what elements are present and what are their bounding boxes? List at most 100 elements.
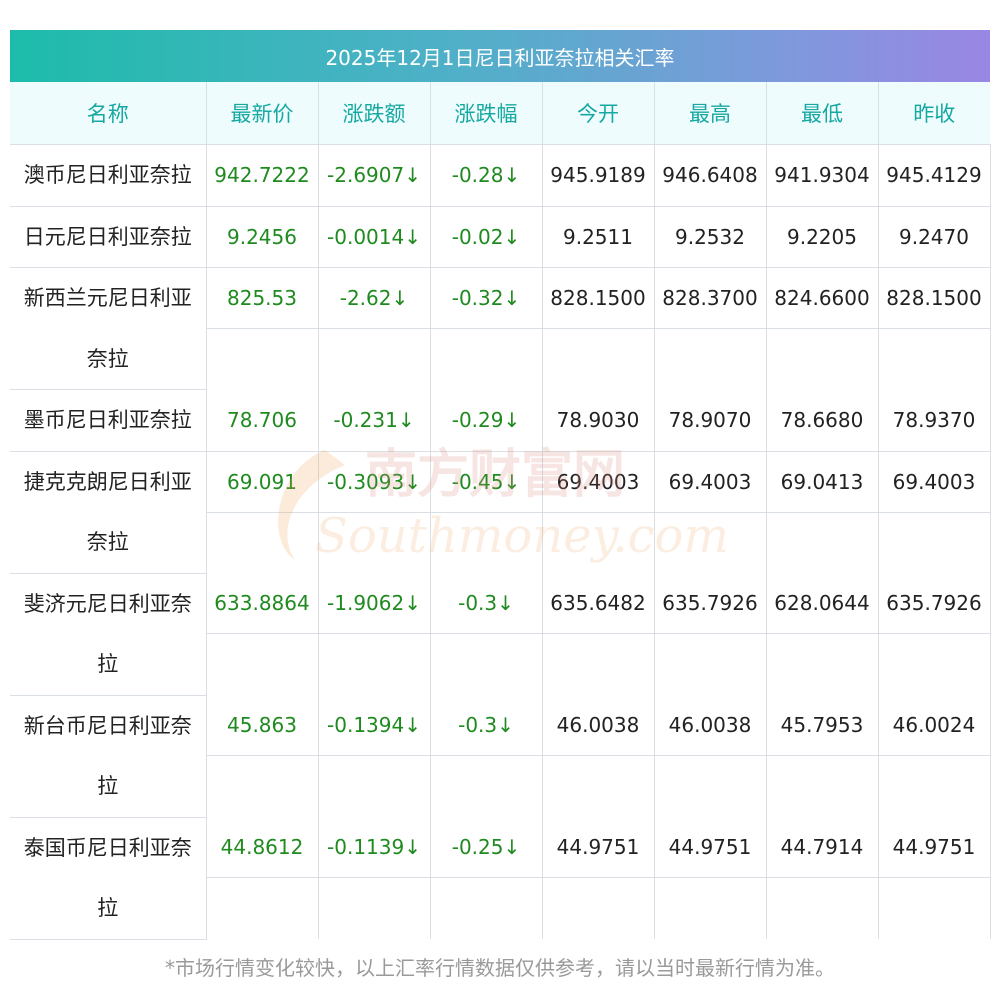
row-pct: -0.28↓	[430, 144, 543, 207]
table-row: 新台币尼日利亚奈拉 45.863 -0.1394↓ -0.3↓ 46.0038 …	[10, 695, 991, 818]
row-low: 941.9304	[766, 144, 879, 207]
row-pct: -0.29↓	[430, 389, 543, 452]
row-pct-cell: -0.32↓	[430, 267, 543, 390]
rate-table-body: 澳币尼日利亚奈拉 942.7222 -2.6907↓ -0.28↓ 945.91…	[10, 144, 991, 940]
row-high: 828.3700	[654, 268, 766, 329]
row-prev: 635.7926	[878, 573, 990, 634]
row-high: 46.0038	[654, 695, 766, 756]
col-header-latest: 最新价	[206, 82, 319, 145]
row-pct: -0.25↓	[430, 817, 542, 878]
row-open: 9.2511	[542, 206, 655, 268]
table-row: 新西兰元尼日利亚奈拉 825.53 -2.62↓ -0.32↓ 828.1500…	[10, 267, 991, 390]
row-low: 44.7914	[766, 817, 878, 878]
row-low: 78.6680	[766, 389, 879, 452]
row-open-cell: 69.4003	[542, 451, 655, 573]
table-row: 日元尼日利亚奈拉 9.2456 -0.0014↓ -0.02↓ 9.2511 9…	[10, 206, 991, 268]
row-pct-cell: -0.3↓	[430, 695, 543, 817]
row-change: -0.1394↓	[318, 695, 430, 756]
row-latest: 9.2456	[206, 206, 319, 268]
row-name: 日元尼日利亚奈拉	[10, 206, 207, 268]
row-pct: -0.02↓	[430, 206, 543, 268]
row-open: 635.6482	[542, 573, 654, 634]
row-latest: 69.091	[206, 452, 318, 513]
table-row: 斐济元尼日利亚奈拉 633.8864 -1.9062↓ -0.3↓ 635.64…	[10, 573, 991, 696]
row-change: -2.6907↓	[318, 144, 431, 207]
row-open: 46.0038	[542, 695, 654, 756]
row-low-cell: 69.0413	[766, 451, 879, 573]
row-pct-cell: -0.25↓	[430, 817, 543, 939]
row-high: 44.9751	[654, 817, 766, 878]
row-low: 628.0644	[766, 573, 878, 634]
row-low: 45.7953	[766, 695, 878, 756]
col-header-change: 涨跌额	[318, 82, 431, 145]
row-prev-cell: 635.7926	[878, 573, 991, 695]
row-low: 824.6600	[766, 268, 878, 329]
row-latest-cell: 633.8864	[206, 573, 319, 695]
row-prev: 945.4129	[878, 144, 991, 207]
row-low-cell: 824.6600	[766, 267, 879, 390]
row-open: 828.1500	[542, 268, 654, 329]
row-latest: 825.53	[206, 268, 318, 329]
col-header-prev: 昨收	[878, 82, 990, 145]
row-prev-cell: 46.0024	[878, 695, 991, 817]
row-latest: 45.863	[206, 695, 318, 756]
row-high: 946.6408	[654, 144, 767, 207]
row-prev-cell: 44.9751	[878, 817, 991, 939]
row-prev: 69.4003	[878, 452, 990, 513]
row-change-cell: -0.1394↓	[318, 695, 431, 817]
row-name: 捷克克朗尼日利亚奈拉	[10, 451, 207, 574]
row-open: 69.4003	[542, 452, 654, 513]
table-row: 泰国币尼日利亚奈拉 44.8612 -0.1139↓ -0.25↓ 44.975…	[10, 817, 991, 940]
row-high: 69.4003	[654, 452, 766, 513]
row-change: -1.9062↓	[318, 573, 430, 634]
row-change-cell: -0.3093↓	[318, 451, 431, 573]
row-pct-cell: -0.3↓	[430, 573, 543, 695]
rate-table-container: 2025年12月1日尼日利亚奈拉相关汇率 名称 最新价 涨跌额 涨跌幅 今开 最…	[10, 30, 991, 940]
row-high-cell: 46.0038	[654, 695, 767, 817]
row-high-cell: 828.3700	[654, 267, 767, 390]
table-row: 墨币尼日利亚奈拉 78.706 -0.231↓ -0.29↓ 78.9030 7…	[10, 389, 991, 452]
row-change-cell: -1.9062↓	[318, 573, 431, 695]
row-latest: 942.7222	[206, 144, 319, 207]
row-prev: 828.1500	[878, 268, 990, 329]
table-row: 澳币尼日利亚奈拉 942.7222 -2.6907↓ -0.28↓ 945.91…	[10, 144, 991, 207]
table-title: 2025年12月1日尼日利亚奈拉相关汇率	[10, 30, 990, 82]
row-latest-cell: 44.8612	[206, 817, 319, 939]
row-high: 78.9070	[654, 389, 767, 452]
row-change: -0.1139↓	[318, 817, 430, 878]
header-row: 名称 最新价 涨跌额 涨跌幅 今开 最高 最低 昨收	[10, 82, 990, 145]
row-high: 9.2532	[654, 206, 767, 268]
row-high-cell: 44.9751	[654, 817, 767, 939]
row-name: 新西兰元尼日利亚奈拉	[10, 267, 207, 390]
row-name: 斐济元尼日利亚奈拉	[10, 573, 207, 696]
row-prev: 46.0024	[878, 695, 990, 756]
row-prev: 78.9370	[878, 389, 991, 452]
row-open: 945.9189	[542, 144, 655, 207]
table-row: 捷克克朗尼日利亚奈拉 69.091 -0.3093↓ -0.45↓ 69.400…	[10, 451, 991, 574]
rate-table: 名称 最新价 涨跌额 涨跌幅 今开 最高 最低 昨收 澳币尼日利亚奈拉 942.…	[10, 82, 991, 940]
col-header-high: 最高	[654, 82, 767, 145]
row-low-cell: 45.7953	[766, 695, 879, 817]
row-change: -2.62↓	[318, 268, 430, 329]
row-pct: -0.45↓	[430, 452, 542, 513]
row-change-cell: -2.62↓	[318, 267, 431, 390]
row-latest: 44.8612	[206, 817, 318, 878]
row-latest-cell: 825.53	[206, 267, 319, 390]
row-high-cell: 635.7926	[654, 573, 767, 695]
row-latest: 78.706	[206, 389, 319, 452]
row-pct: -0.3↓	[430, 573, 542, 634]
row-low: 69.0413	[766, 452, 878, 513]
footnote-disclaimer: *市场行情变化较快，以上汇率行情数据仅供参考，请以当时最新行情为准。	[165, 956, 835, 980]
row-prev: 44.9751	[878, 817, 990, 878]
row-latest: 633.8864	[206, 573, 318, 634]
row-name: 泰国币尼日利亚奈拉	[10, 817, 207, 940]
row-open-cell: 635.6482	[542, 573, 655, 695]
col-header-low: 最低	[766, 82, 879, 145]
row-low: 9.2205	[766, 206, 879, 268]
col-header-pct: 涨跌幅	[430, 82, 543, 145]
row-open: 78.9030	[542, 389, 655, 452]
row-name: 墨币尼日利亚奈拉	[10, 389, 207, 452]
row-latest-cell: 69.091	[206, 451, 319, 573]
row-change: -0.231↓	[318, 389, 431, 452]
row-open: 44.9751	[542, 817, 654, 878]
